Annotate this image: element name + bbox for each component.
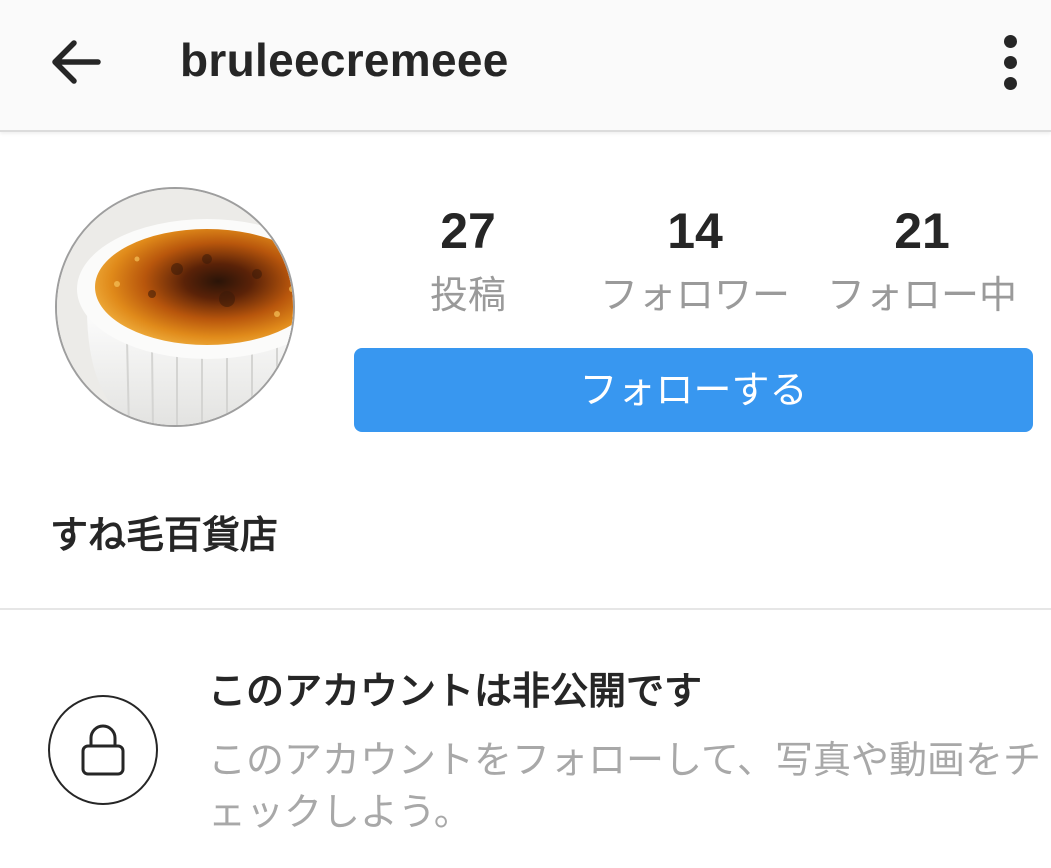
more-vertical-icon [1003,34,1017,48]
following-stat[interactable]: 21 フォロー中 [812,201,1032,321]
back-button[interactable] [40,28,108,96]
profile-display-name: すね毛百貨店 [50,513,279,557]
posts-count: 27 [440,203,496,259]
top-app-bar: bruleecremeee [0,0,1051,132]
following-count: 21 [894,203,950,259]
private-account-title: このアカウントは非公開です [208,669,703,713]
posts-stat: 27 投稿 [408,201,528,321]
following-label: フォロー中 [826,273,1017,317]
followers-label: フォロワー [599,273,790,317]
lock-icon [81,724,125,776]
section-divider [0,608,1051,610]
follow-button[interactable]: フォローする [354,348,1033,432]
more-options-button[interactable] [985,28,1035,96]
avatar[interactable] [55,187,295,427]
private-account-description: このアカウントをフォローして、写真や動画をチェックしよう。 [208,738,1041,834]
followers-count: 14 [667,203,723,259]
lock-badge [48,695,158,805]
posts-label: 投稿 [429,273,506,317]
profile-username: bruleecremeee [180,34,509,86]
avatar-image [57,189,293,425]
followers-stat[interactable]: 14 フォロワー [585,201,805,321]
arrow-left-icon [52,40,101,84]
